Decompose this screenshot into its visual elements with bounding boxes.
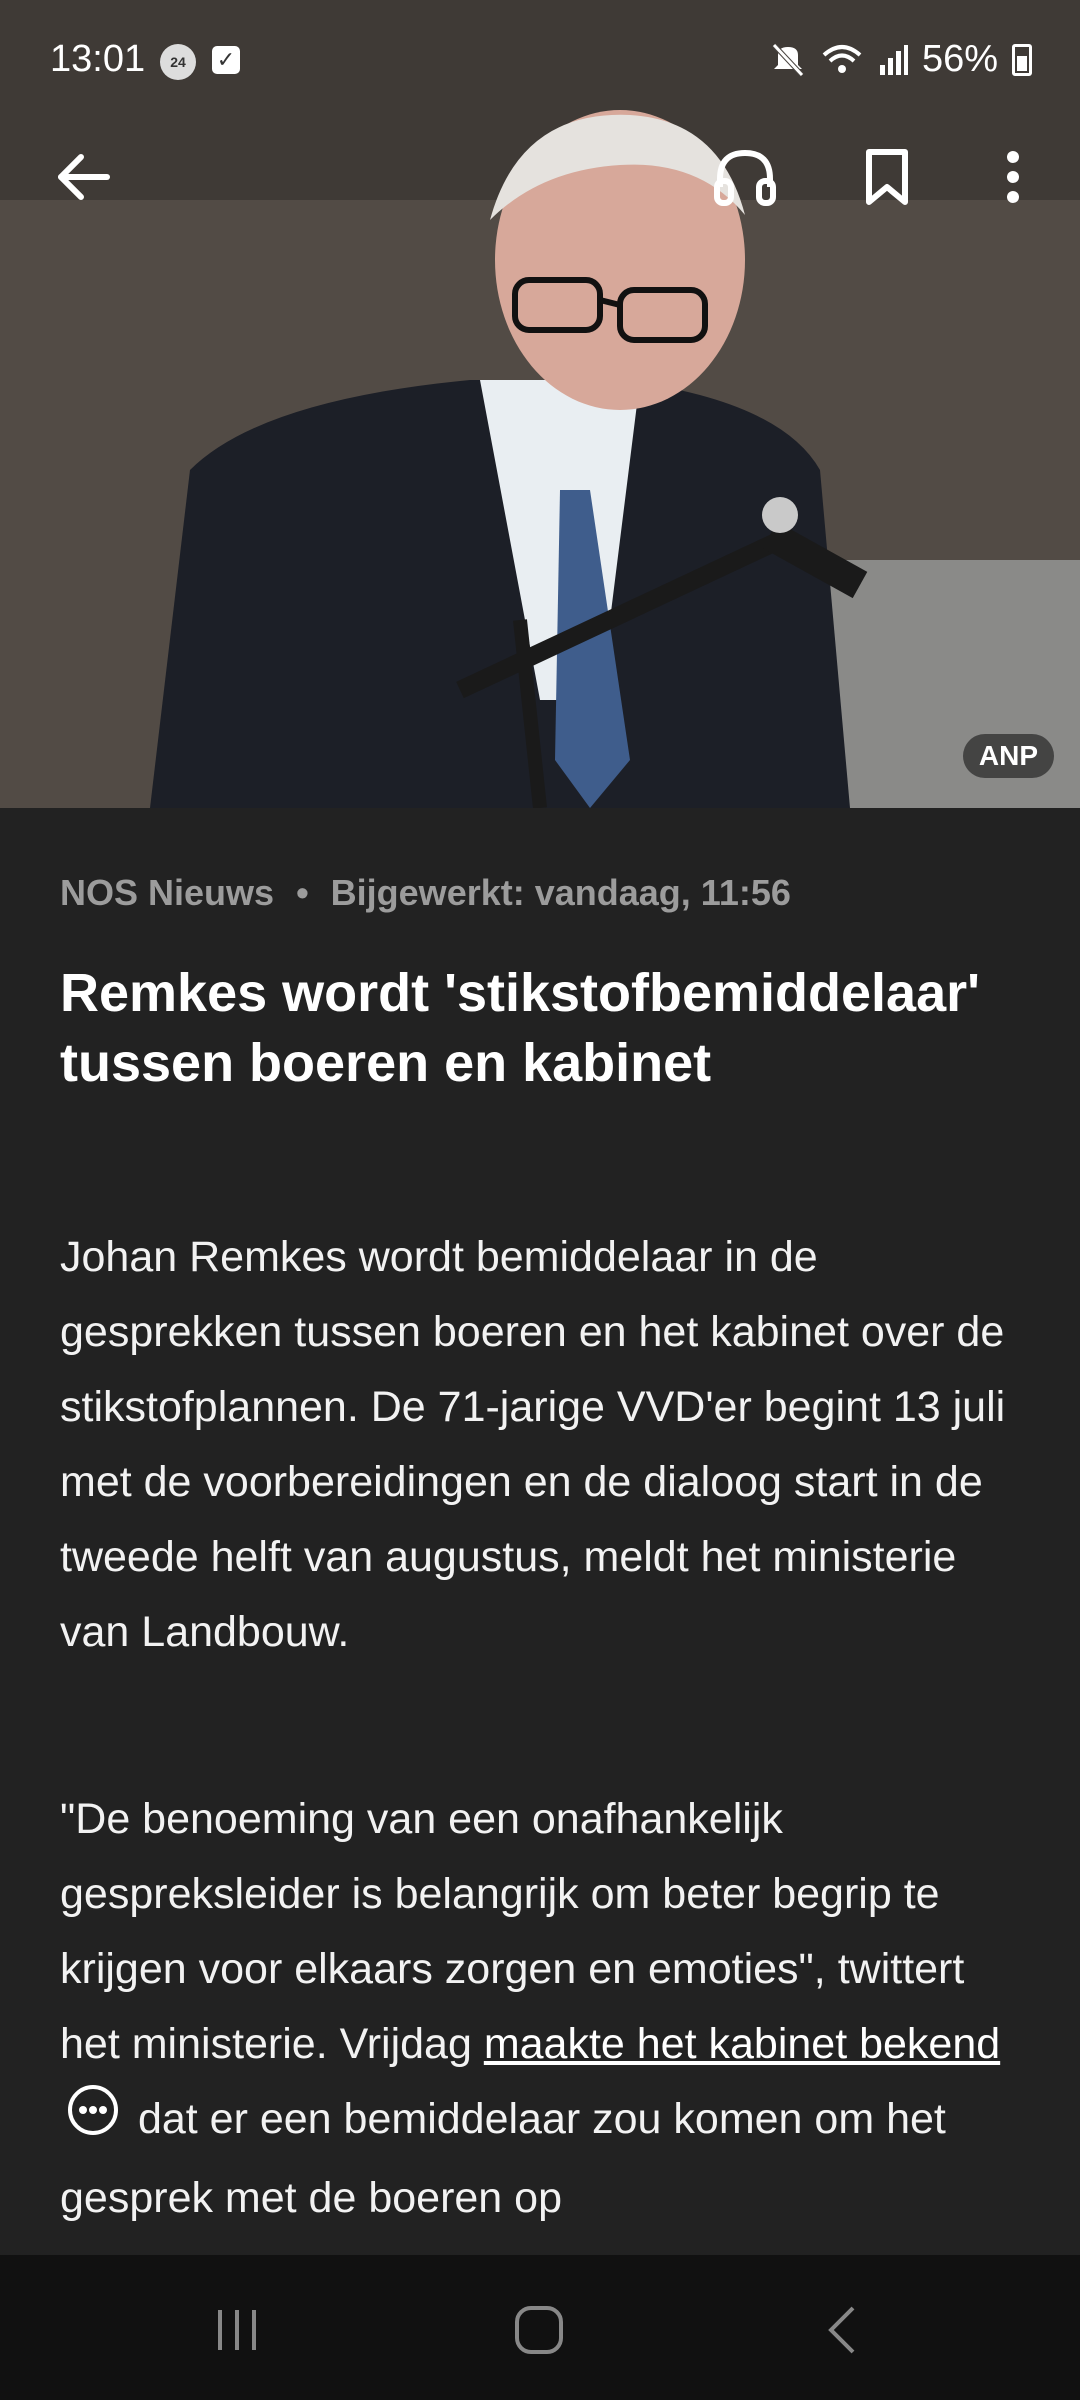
paragraph-text: dat er een bemiddelaar zou komen om het … bbox=[60, 2095, 946, 2222]
status-bar: 13:01 24 ✓ 56% bbox=[0, 0, 1080, 120]
status-time: 13:01 bbox=[50, 38, 146, 80]
hero-photo: 13:01 24 ✓ 56% ANP bbox=[0, 0, 1080, 808]
article-toolbar bbox=[0, 120, 1080, 230]
battery-percentage: 56% bbox=[921, 38, 998, 80]
bookmark-button[interactable] bbox=[852, 142, 922, 212]
system-navigation-bar bbox=[0, 2255, 1080, 2400]
more-vertical-icon bbox=[1007, 151, 1019, 203]
more-options-button[interactable] bbox=[978, 142, 1048, 212]
back-chevron-icon bbox=[828, 2306, 855, 2354]
signal-icon bbox=[879, 44, 908, 75]
article-source: NOS Nieuws bbox=[60, 872, 275, 913]
baby-app-icon: 24 bbox=[160, 44, 196, 80]
article-link[interactable]: maakte het kabinet bekend bbox=[484, 2020, 1000, 2068]
recent-apps-button[interactable] bbox=[202, 2295, 272, 2365]
headphones-icon bbox=[714, 149, 776, 206]
more-horizontal-circle-icon bbox=[68, 2084, 118, 2135]
home-icon bbox=[515, 2306, 563, 2354]
home-button[interactable] bbox=[504, 2295, 574, 2365]
bookmark-icon bbox=[866, 149, 908, 205]
system-back-button[interactable] bbox=[806, 2295, 876, 2365]
article-paragraph: "De benoeming van een onafhankelijk gesp… bbox=[60, 1782, 1020, 2236]
recent-apps-icon bbox=[218, 2310, 256, 2350]
listen-button[interactable] bbox=[710, 142, 780, 212]
meta-separator: • bbox=[296, 872, 309, 913]
article-headline: Remkes wordt 'stikstofbemiddelaar' tusse… bbox=[60, 963, 980, 1093]
wifi-icon bbox=[822, 44, 862, 73]
status-right: 56% bbox=[770, 38, 1032, 81]
back-arrow-icon bbox=[58, 154, 110, 200]
checkbox-notification-icon: ✓ bbox=[212, 46, 240, 74]
link-preview-button[interactable] bbox=[66, 2083, 120, 2161]
back-button[interactable] bbox=[48, 142, 118, 212]
article-meta: NOS Nieuws • Bijgewerkt: vandaag, 11:56 bbox=[60, 872, 791, 914]
battery-icon bbox=[1012, 43, 1032, 76]
article-updated: Bijgewerkt: vandaag, 11:56 bbox=[330, 872, 791, 913]
photo-credit-badge: ANP bbox=[962, 734, 1054, 778]
mute-icon bbox=[772, 42, 804, 77]
article-paragraph: Johan Remkes wordt bemiddelaar in de ges… bbox=[60, 1233, 1006, 1656]
